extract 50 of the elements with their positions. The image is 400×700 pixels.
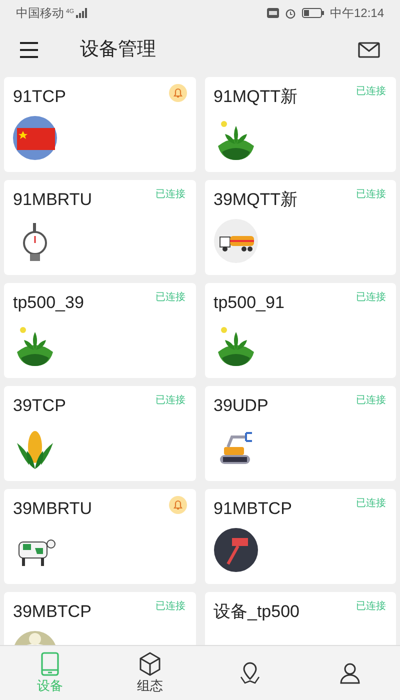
device-card[interactable]: tp500_39 已连接 bbox=[4, 283, 196, 378]
device-name: 设备_tp500 bbox=[214, 601, 300, 623]
map-pin-icon bbox=[239, 661, 261, 685]
connection-status: 已连接 bbox=[356, 188, 386, 202]
connection-status: 已连接 bbox=[156, 290, 186, 305]
menu-button[interactable] bbox=[20, 42, 40, 58]
cube-icon bbox=[139, 652, 161, 676]
connection-status: 已连接 bbox=[156, 600, 186, 614]
device-name: 39MBTCP bbox=[13, 601, 92, 623]
page-title: 设备管理 bbox=[80, 38, 157, 62]
device-card[interactable]: 设备_tp500 已连接 bbox=[204, 592, 396, 645]
device-card[interactable]: 91MBRTU 已连接 bbox=[4, 180, 196, 275]
bell-icon[interactable] bbox=[168, 84, 186, 102]
device-name: 39MQTT新 bbox=[214, 189, 298, 211]
connection-status: 已连接 bbox=[356, 394, 386, 408]
mail-icon[interactable] bbox=[358, 42, 380, 58]
device-name: 39TCP bbox=[13, 395, 66, 417]
device-name: 91MBTCP bbox=[214, 498, 292, 520]
bell-icon[interactable] bbox=[168, 496, 186, 514]
signal-icon bbox=[76, 8, 88, 18]
device-card[interactable]: 39UDP 已连接 bbox=[204, 386, 396, 481]
device-name: 91MBRTU bbox=[13, 189, 92, 211]
device-card[interactable]: 91TCP bbox=[4, 77, 196, 172]
user-icon bbox=[339, 661, 361, 685]
alarm-clock-icon bbox=[284, 8, 296, 18]
connection-status: 已连接 bbox=[356, 496, 386, 511]
nav-tab[interactable]: 组态 bbox=[100, 646, 200, 700]
clock-time: 中午12:14 bbox=[330, 5, 384, 22]
tablet-icon bbox=[41, 652, 59, 676]
hd-icon bbox=[266, 8, 279, 18]
carrier-name: 中国移动 bbox=[16, 5, 64, 22]
device-card[interactable]: 91MBTCP 已连接 bbox=[204, 489, 396, 584]
device-card[interactable]: 39MQTT新 已连接 bbox=[204, 180, 396, 275]
connection-status: 已连接 bbox=[156, 394, 186, 408]
device-card[interactable]: 39MBTCP 已连接 bbox=[4, 592, 196, 645]
device-name: 39MBRTU bbox=[13, 498, 92, 520]
device-card[interactable]: 91MQTT新 已连接 bbox=[204, 77, 396, 172]
connection-status: 已连接 bbox=[156, 188, 186, 202]
device-card[interactable]: 39MBRTU bbox=[4, 489, 196, 584]
device-name: 39UDP bbox=[214, 395, 268, 417]
device-name: tp500_91 bbox=[214, 292, 284, 314]
device-name: 91MQTT新 bbox=[214, 86, 298, 108]
battery-icon bbox=[302, 8, 324, 18]
connection-status: 已连接 bbox=[356, 290, 386, 305]
device-card[interactable]: tp500_91 已连接 bbox=[204, 283, 396, 378]
device-name: 91TCP bbox=[13, 86, 66, 108]
device-name: tp500_39 bbox=[13, 292, 84, 314]
connection-status: 已连接 bbox=[356, 600, 386, 614]
device-card[interactable]: 39TCP 已连接 bbox=[4, 386, 196, 481]
connection-status: 已连接 bbox=[356, 84, 386, 99]
